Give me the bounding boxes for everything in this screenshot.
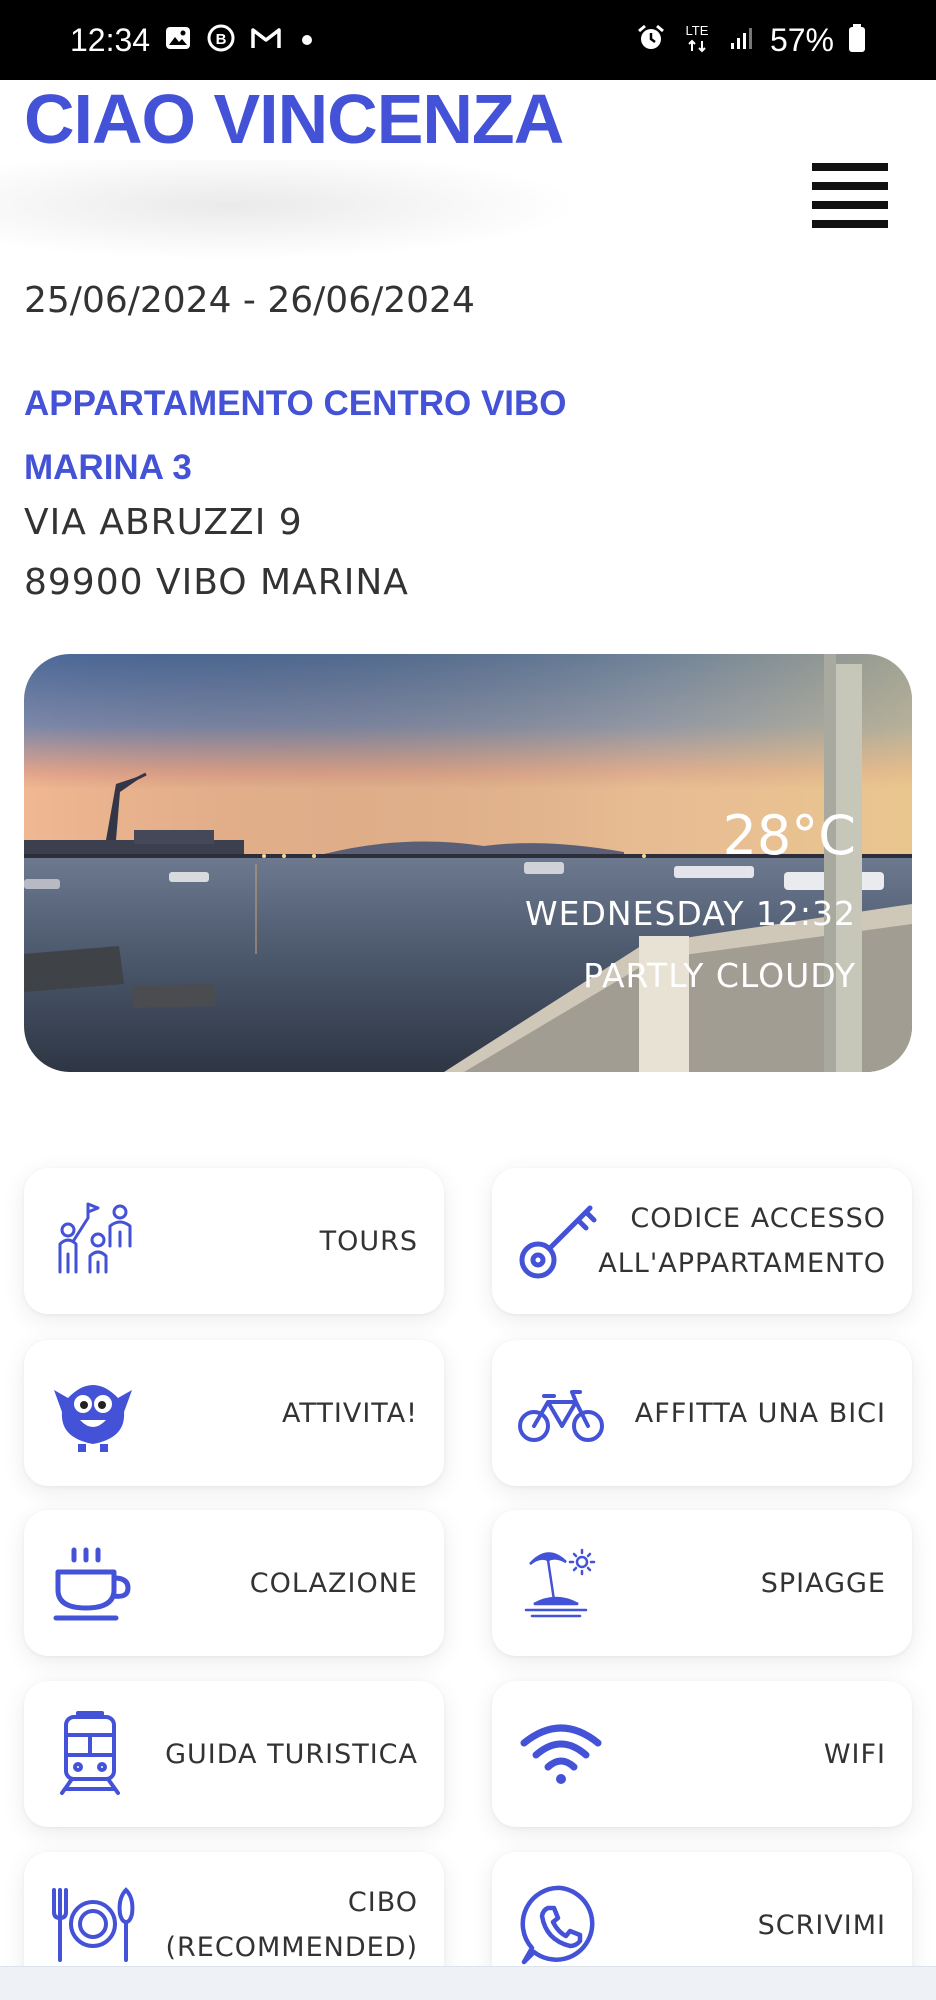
- apartment-name: APPARTAMENTO CENTRO VIBO MARINA 3: [24, 372, 644, 500]
- status-bar: 12:34 B LTE 57%: [0, 0, 936, 80]
- weather-day-time: WEDNESDAY 12:32: [525, 894, 856, 933]
- tile-breakfast[interactable]: COLAZIONE: [24, 1510, 444, 1656]
- train-icon: [48, 1709, 138, 1799]
- dot-icon: [302, 35, 313, 45]
- brand-title: CIAO VINCENZA: [24, 80, 564, 158]
- gallery-icon: [164, 24, 192, 57]
- tile-access-code[interactable]: CODICE ACCESSO ALL'APPARTAMENTO: [492, 1168, 912, 1314]
- apartment-name-line1: APPARTAMENTO CENTRO VIBO: [24, 384, 567, 423]
- apartment-name-line2: MARINA 3: [24, 448, 192, 487]
- tile-beaches[interactable]: SPIAGGE: [492, 1510, 912, 1656]
- alarm-icon: [636, 23, 666, 58]
- battery-percent: 57%: [769, 21, 834, 58]
- tile-label: COLAZIONE: [249, 1567, 418, 1599]
- tile-label: WIFI: [823, 1738, 886, 1770]
- beach-umbrella-icon: [516, 1538, 606, 1628]
- whatsapp-icon: [516, 1880, 606, 1970]
- tile-label: CODICE ACCESSO ALL'APPARTAMENTO: [598, 1203, 886, 1279]
- tile-bike-rental[interactable]: AFFITTA UNA BICI: [492, 1340, 912, 1486]
- address-city: 89900 VIBO MARINA: [24, 562, 409, 603]
- status-time: 12:34: [70, 21, 151, 58]
- coffee-cup-icon: [48, 1538, 138, 1628]
- bottom-bar: [0, 1966, 936, 2000]
- lte-icon: LTE: [680, 21, 714, 60]
- b-circle-icon: B: [206, 23, 236, 58]
- tile-label: SPIAGGE: [760, 1567, 886, 1599]
- tile-label: ATTIVITA!: [282, 1397, 418, 1429]
- tile-label: TOURS: [319, 1225, 418, 1257]
- monster-icon: [48, 1368, 138, 1458]
- address-street: VIA ABRUZZI 9: [24, 502, 303, 543]
- menu-button[interactable]: [812, 163, 888, 229]
- svg-text:LTE: LTE: [686, 23, 709, 38]
- signal-icon: [728, 24, 756, 57]
- gmail-icon: [250, 25, 282, 56]
- brand-underline-decoration: [0, 160, 580, 260]
- booking-dates: 25/06/2024 - 26/06/2024: [24, 280, 475, 321]
- weather-condition: PARTLY CLOUDY: [583, 956, 856, 995]
- tile-wifi[interactable]: WIFI: [492, 1681, 912, 1827]
- battery-icon: [848, 23, 866, 58]
- harbor-photo: 28°C WEDNESDAY 12:32 PARTLY CLOUDY: [24, 654, 912, 1072]
- tour-group-icon: [48, 1196, 138, 1286]
- svg-text:B: B: [216, 31, 227, 48]
- tile-activities[interactable]: ATTIVITA!: [24, 1340, 444, 1486]
- status-bar-right: LTE 57%: [636, 21, 866, 60]
- tile-tours[interactable]: TOURS: [24, 1168, 444, 1314]
- tile-label: AFFITTA UNA BICI: [634, 1397, 886, 1429]
- status-bar-left: 12:34 B: [70, 21, 313, 59]
- bicycle-icon: [516, 1368, 606, 1458]
- weather-temperature: 28°C: [722, 804, 856, 867]
- tile-label: GUIDA TURISTICA: [165, 1738, 418, 1770]
- tile-tourist-guide[interactable]: GUIDA TURISTICA: [24, 1681, 444, 1827]
- wifi-icon: [516, 1709, 606, 1799]
